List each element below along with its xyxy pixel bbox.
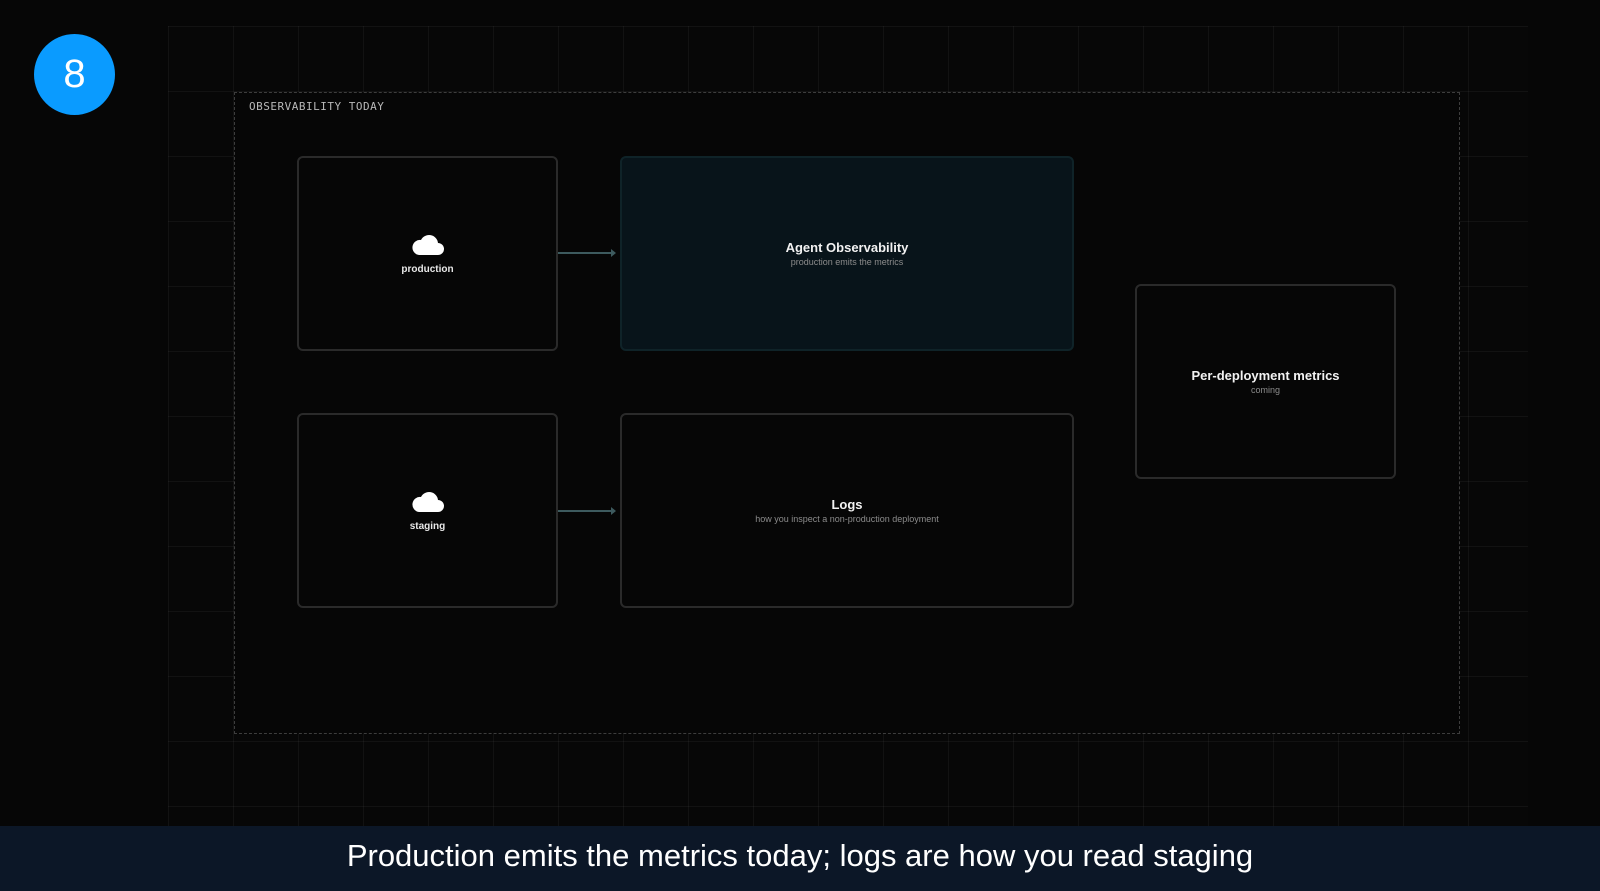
production-to-observability-arrow [558, 249, 616, 257]
section-label: OBSERVABILITY TODAY [249, 100, 385, 113]
per-deployment-metrics-subtitle: coming [1250, 385, 1280, 395]
caption-bar: Production emits the metrics today; logs… [0, 826, 1600, 891]
caption-text: Production emits the metrics today; logs… [346, 838, 1254, 873]
staging-node: staging [297, 413, 558, 608]
staging-label: staging [409, 521, 446, 532]
cloud-icon [411, 492, 444, 512]
cloud-icon [411, 235, 444, 255]
logs-subtitle: how you inspect a non-production deploym… [755, 514, 939, 524]
production-label: production [401, 264, 454, 275]
logs-title: Logs [831, 497, 863, 512]
logs-node: Logs how you inspect a non-production de… [620, 413, 1074, 608]
step-number-badge: 8 [34, 34, 115, 115]
staging-to-logs-arrow [558, 507, 616, 515]
production-node: production [297, 156, 558, 351]
per-deployment-metrics-title: Per-deployment metrics [1191, 368, 1340, 383]
agent-observability-node: Agent Observability production emits the… [620, 156, 1074, 351]
agent-observability-title: Agent Observability [785, 240, 909, 255]
agent-observability-subtitle: production emits the metrics [790, 257, 904, 267]
per-deployment-metrics-node: Per-deployment metrics coming [1135, 284, 1396, 479]
